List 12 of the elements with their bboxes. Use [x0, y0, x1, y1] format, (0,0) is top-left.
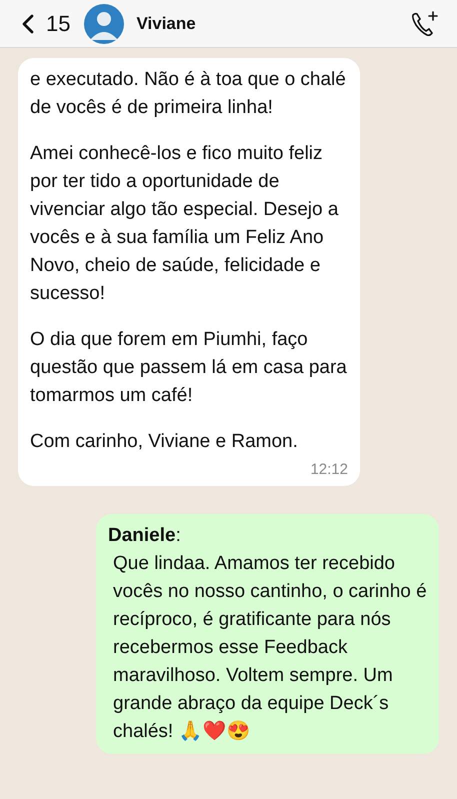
message-time: 12:12: [310, 460, 348, 480]
back-button[interactable]: 15: [12, 7, 70, 40]
sender-name: Daniele:: [108, 524, 182, 548]
phone-plus-icon: [409, 10, 439, 38]
message-text: Que lindaa. Amamos ter recebido vocês no nosso cantinho, o carinho é recíproco, é gratificante para nós recebermos esse Feedback maravilhoso. Voltem sempre. Um grande abraço da equipe Deck´s chalés! 🙏❤😍: [112, 552, 427, 744]
message-text: Com carinho, Viviane e Ramon.: [30, 430, 299, 454]
message-text: O dia que forem em Piumhi, faço questão que passem lá em casa para tomarmos um café!: [30, 328, 348, 408]
contact-avatar[interactable]: [84, 4, 124, 44]
add-call-button[interactable]: [409, 10, 439, 38]
message-text: Amei conhecê-los e fico muito feliz por ter tido a oportunidade de vivenciar algo tão especial. Desejo a vocês e à sua família um Feliz Ano Novo, cheio de saúde, felicidade e sucesso!: [30, 142, 340, 306]
contact-name[interactable]: Viviane: [136, 10, 196, 36]
message-text: e executado. Não é à toa que o chalé de vocês é de primeira linha!: [30, 68, 347, 120]
